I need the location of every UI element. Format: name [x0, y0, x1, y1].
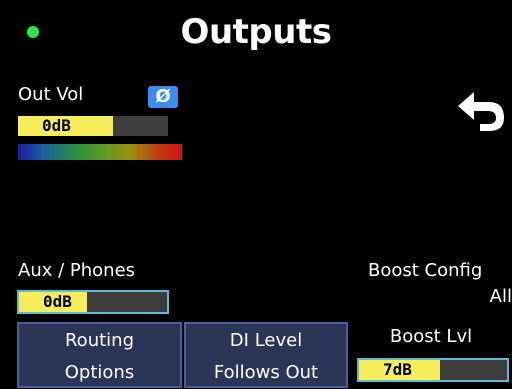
routing-options-button[interactable]: Routing Options — [17, 322, 182, 388]
di-level-follows-out-button[interactable]: DI Level Follows Out — [184, 322, 348, 388]
di-level-line1: DI Level — [229, 330, 303, 351]
out-vol-fill: 0dB — [18, 116, 113, 136]
output-level-meter — [18, 144, 182, 160]
phase-invert-button[interactable]: Ø — [148, 86, 178, 108]
out-vol-slider[interactable]: 0dB — [18, 116, 168, 136]
out-vol-label: Out Vol — [18, 84, 84, 105]
page-title: Outputs — [180, 12, 332, 52]
back-arrow-icon[interactable] — [452, 88, 508, 132]
boost-config-label: Boost Config — [368, 260, 483, 281]
aux-phones-fill: 0dB — [19, 292, 88, 312]
boost-lvl-fill: 7dB — [359, 360, 441, 380]
aux-phones-slider[interactable]: 0dB — [17, 290, 169, 314]
aux-phones-label: Aux / Phones — [18, 260, 136, 281]
boost-lvl-label: Boost Lvl — [389, 326, 473, 347]
boost-config-value[interactable]: All — [490, 286, 512, 307]
boost-lvl-slider[interactable]: 7dB — [357, 358, 509, 382]
routing-options-line2: Options — [64, 362, 135, 383]
di-level-line2: Follows Out — [213, 362, 319, 383]
routing-options-line1: Routing — [64, 330, 134, 351]
